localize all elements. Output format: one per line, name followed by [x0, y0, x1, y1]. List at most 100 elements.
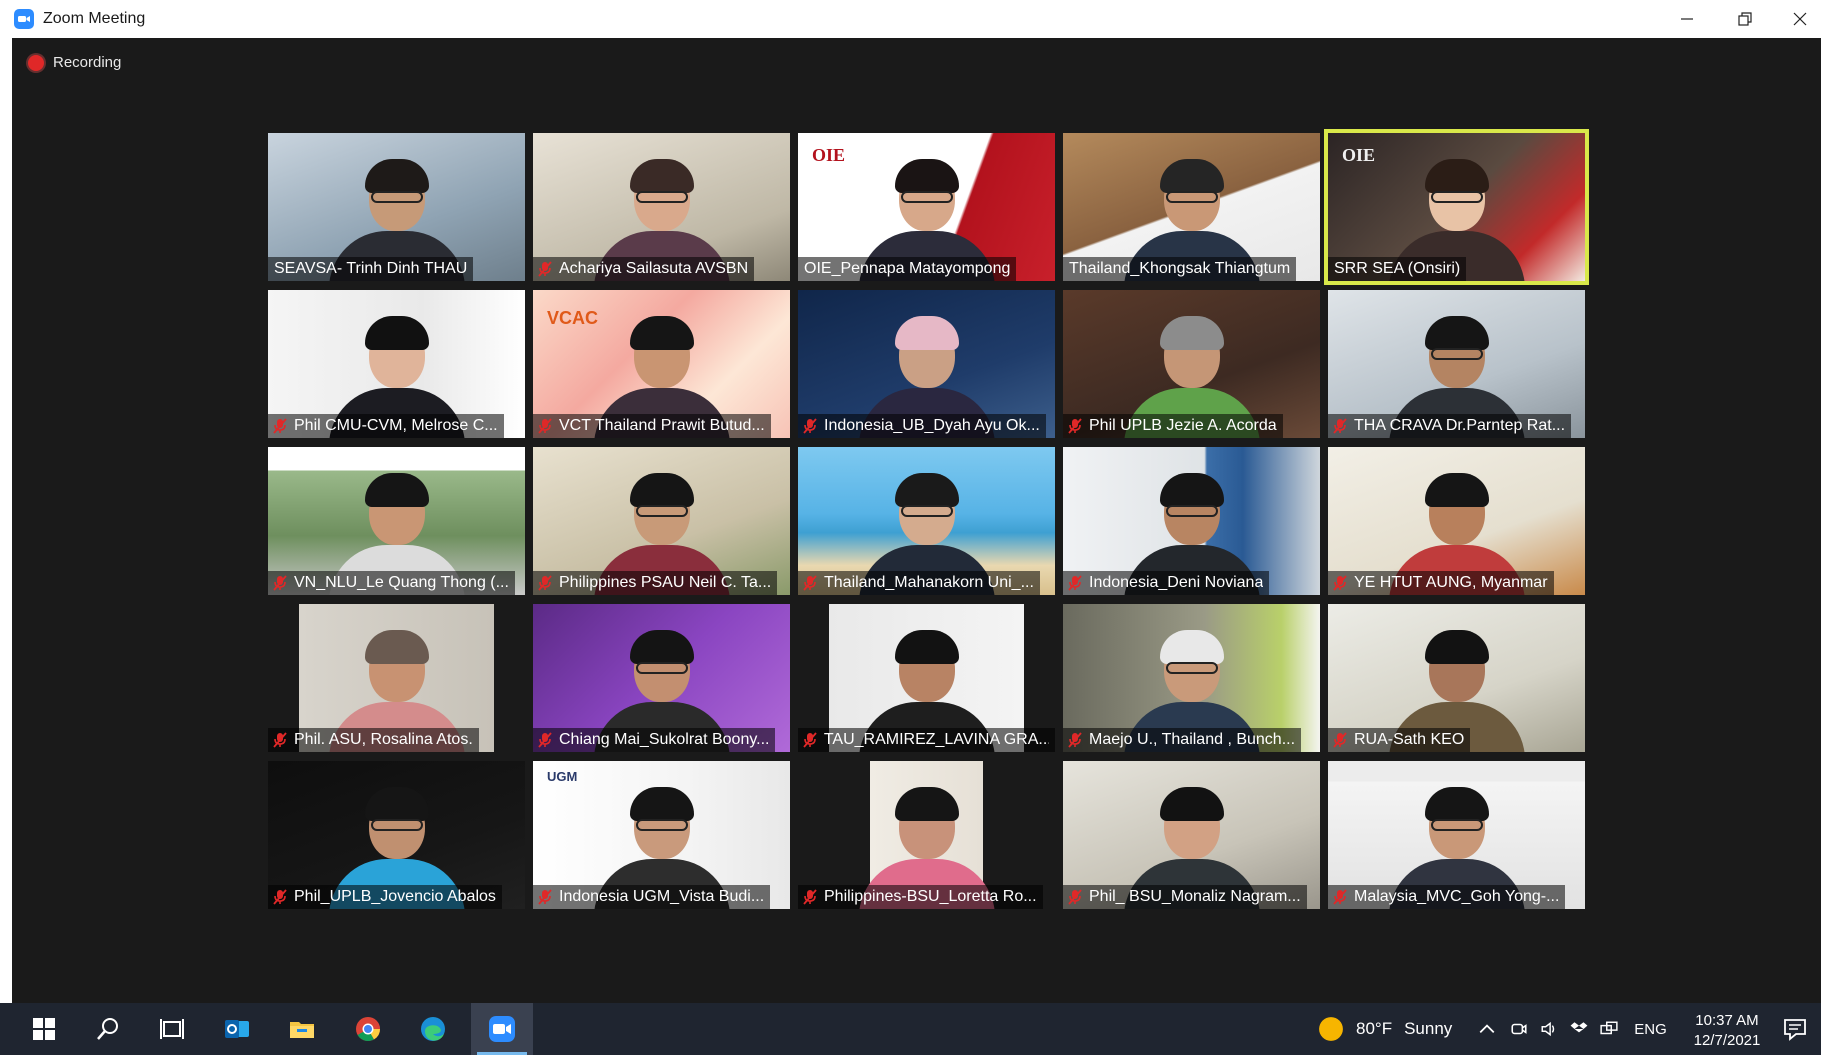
mic-muted-icon	[537, 574, 553, 592]
participant-name-bar: Thailand_Khongsak Thiangtum	[1063, 257, 1297, 281]
participant-name: Indonesia_Deni Noviana	[1089, 574, 1264, 591]
zoom-taskbar-button[interactable]	[471, 1003, 533, 1055]
network-icon[interactable]	[1600, 1020, 1618, 1038]
organization-logo: OIE	[1342, 145, 1376, 165]
chrome-icon	[356, 1017, 380, 1042]
participant-tile[interactable]: Chiang Mai_Sukolrat Boony...	[533, 604, 790, 752]
participant-name: Maejo U., Thailand , Bunch...	[1089, 731, 1296, 748]
sun-icon	[1319, 1017, 1343, 1041]
meet-now-icon[interactable]	[1510, 1020, 1528, 1038]
participant-name: VN_NLU_Le Quang Thong (...	[294, 574, 509, 591]
title-bar: Zoom Meeting	[0, 0, 1821, 38]
participant-name: Phil UPLB Jezie A. Acorda	[1089, 417, 1277, 434]
task-view-button[interactable]	[141, 1003, 203, 1055]
participant-name-bar: Indonesia UGM_Vista Budi...	[533, 885, 771, 909]
mic-muted-icon	[272, 888, 288, 906]
participant-name: SEAVSA- Trinh Dinh THAU	[274, 260, 468, 277]
participant-tile[interactable]: Phil UPLB Jezie A. Acorda	[1063, 290, 1320, 438]
participant-tile[interactable]: THA CRAVA Dr.Parntep Rat...	[1328, 290, 1585, 438]
chevron-up-icon[interactable]	[1478, 1020, 1496, 1038]
mic-muted-icon	[272, 417, 288, 435]
participant-name: YE HTUT AUNG, Myanmar	[1354, 574, 1548, 591]
participant-name-bar: Phil_UPLB_Jovencio Abalos	[268, 885, 502, 909]
mic-muted-icon	[537, 260, 553, 278]
participant-tile[interactable]: VCAC VCT Thailand Prawit Butud...	[533, 290, 790, 438]
participant-tile[interactable]: OIE SRR SEA (Onsiri)	[1324, 129, 1589, 285]
edge-icon	[421, 1017, 445, 1041]
participant-tile[interactable]: Achariya Sailasuta AVSBN	[533, 133, 790, 281]
mic-muted-icon	[1067, 888, 1083, 906]
mic-muted-icon	[802, 417, 818, 435]
recording-dot-icon	[28, 54, 44, 71]
mic-muted-icon	[802, 731, 818, 749]
weather-widget[interactable]: 80°F Sunny	[1318, 1016, 1452, 1042]
participant-name-bar: Phil UPLB Jezie A. Acorda	[1063, 414, 1283, 438]
mic-muted-icon	[1332, 888, 1348, 906]
system-tray: 80°F Sunny ENG	[1318, 1003, 1667, 1055]
recording-indicator[interactable]: Recording	[28, 54, 121, 71]
participant-name-bar: YE HTUT AUNG, Myanmar	[1328, 571, 1554, 595]
participant-name-bar: TAU_RAMIREZ_LAVINA GRA...	[798, 728, 1055, 752]
participant-tile[interactable]: SEAVSA- Trinh Dinh THAU	[268, 133, 525, 281]
participant-name-bar: Malaysia_MVC_Goh Yong-...	[1328, 885, 1566, 909]
start-button[interactable]	[13, 1003, 75, 1055]
minimize-button[interactable]	[1658, 0, 1716, 38]
participant-tile[interactable]: Phil. ASU, Rosalina Atos.	[268, 604, 525, 752]
chrome-button[interactable]	[337, 1003, 399, 1055]
participant-tile[interactable]: Indonesia_Deni Noviana	[1063, 447, 1320, 595]
language-indicator[interactable]: ENG	[1634, 1021, 1667, 1038]
mic-muted-icon	[272, 574, 288, 592]
mic-muted-icon	[1067, 574, 1083, 592]
participant-tile[interactable]: Philippines PSAU Neil C. Ta...	[533, 447, 790, 595]
mic-muted-icon	[537, 731, 553, 749]
clock[interactable]: 10:37 AM 12/7/2021	[1689, 1011, 1765, 1051]
participant-tile[interactable]: YE HTUT AUNG, Myanmar	[1328, 447, 1585, 595]
participant-tile[interactable]: Phil_ BSU_Monaliz Nagram...	[1063, 761, 1320, 909]
participant-name: VCT Thailand Prawit Butud...	[559, 417, 765, 434]
outlook-button[interactable]	[206, 1003, 268, 1055]
organization-logo: OIE	[812, 145, 846, 165]
mic-muted-icon	[272, 731, 288, 749]
participant-tile[interactable]: VN_NLU_Le Quang Thong (...	[268, 447, 525, 595]
restore-icon	[1738, 12, 1752, 26]
participant-tile[interactable]: Philippines-BSU_Loretta Ro...	[798, 761, 1055, 909]
participant-tile[interactable]: Malaysia_MVC_Goh Yong-...	[1328, 761, 1585, 909]
participant-name: Thailand_Mahanakorn Uni_...	[824, 574, 1034, 591]
mic-muted-icon	[537, 888, 553, 906]
participant-tile[interactable]: TAU_RAMIREZ_LAVINA GRA...	[798, 604, 1055, 752]
participant-tile[interactable]: Phil_UPLB_Jovencio Abalos	[268, 761, 525, 909]
participant-tile[interactable]: RUA-Sath KEO	[1328, 604, 1585, 752]
participant-name: Philippines PSAU Neil C. Ta...	[559, 574, 772, 591]
dropbox-icon[interactable]	[1570, 1020, 1588, 1038]
participant-name: Thailand_Khongsak Thiangtum	[1069, 260, 1291, 277]
close-button[interactable]	[1771, 0, 1821, 38]
mic-muted-icon	[802, 574, 818, 592]
participant-name: RUA-Sath KEO	[1354, 731, 1465, 748]
participant-tile[interactable]: Thailand_Khongsak Thiangtum	[1063, 133, 1320, 281]
participant-name: Indonesia UGM_Vista Budi...	[559, 888, 765, 905]
participant-name-bar: Phil CMU-CVM, Melrose C...	[268, 414, 504, 438]
zoom-app-icon	[14, 9, 34, 29]
file-explorer-button[interactable]	[271, 1003, 333, 1055]
participant-name: Achariya Sailasuta AVSBN	[559, 260, 749, 277]
restore-button[interactable]	[1716, 0, 1774, 38]
clock-time: 10:37 AM	[1695, 1012, 1759, 1029]
participant-tile[interactable]: Maejo U., Thailand , Bunch...	[1063, 604, 1320, 752]
participant-tile[interactable]: OIE OIE_Pennapa Matayompong	[798, 133, 1055, 281]
search-icon	[97, 1018, 118, 1040]
notifications-icon	[1784, 1019, 1806, 1041]
participant-tile[interactable]: Thailand_Mahanakorn Uni_...	[798, 447, 1055, 595]
participant-name-bar: Phil_ BSU_Monaliz Nagram...	[1063, 885, 1307, 909]
participant-tile[interactable]: UGM Indonesia UGM_Vista Budi...	[533, 761, 790, 909]
participant-name: Phil_ BSU_Monaliz Nagram...	[1089, 888, 1301, 905]
taskbar-search-button[interactable]	[77, 1003, 139, 1055]
participant-name: TAU_RAMIREZ_LAVINA GRA...	[823, 731, 1049, 748]
edge-button[interactable]	[402, 1003, 464, 1055]
notifications-button[interactable]	[1772, 1003, 1818, 1055]
speaker-icon[interactable]	[1540, 1020, 1558, 1038]
participant-name-bar: Indonesia_Deni Noviana	[1063, 571, 1270, 595]
participant-name-bar: RUA-Sath KEO	[1328, 728, 1471, 752]
participant-name: SRR SEA (Onsiri)	[1334, 260, 1461, 277]
participant-tile[interactable]: Phil CMU-CVM, Melrose C...	[268, 290, 525, 438]
participant-tile[interactable]: Indonesia_UB_Dyah Ayu Ok...	[798, 290, 1055, 438]
